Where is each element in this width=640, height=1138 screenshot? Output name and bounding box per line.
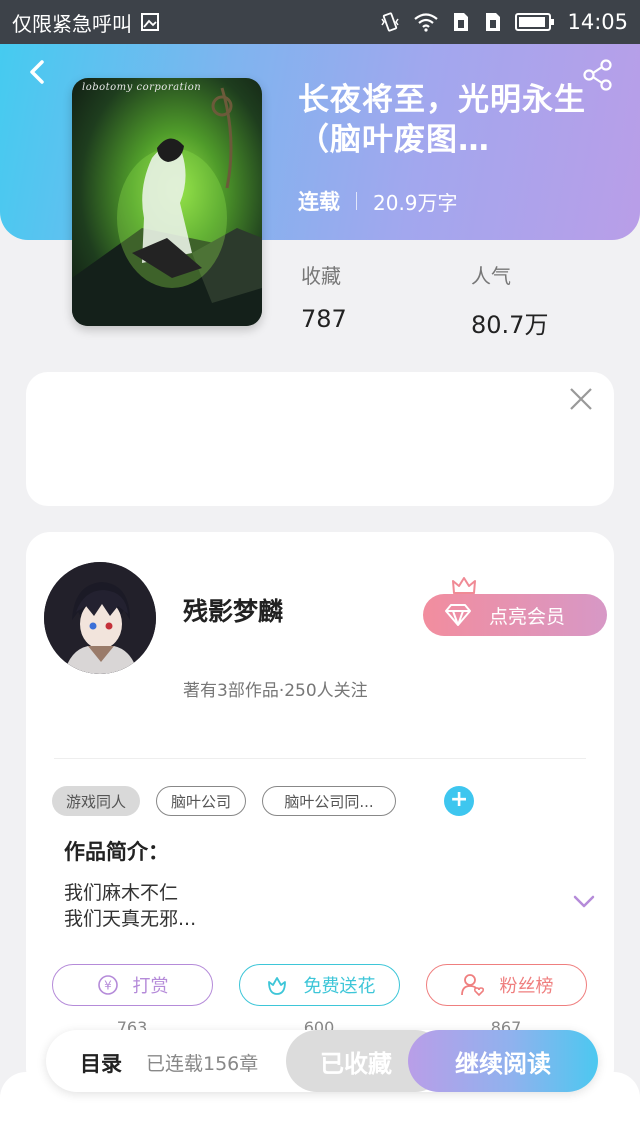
tag-item[interactable]: 游戏同人 xyxy=(52,786,141,816)
cover-art xyxy=(72,87,262,326)
clock: 14:05 xyxy=(567,10,628,34)
word-count: 20.9万字 xyxy=(373,190,458,215)
vip-button[interactable]: 点亮会员 xyxy=(423,594,607,636)
free-flower-label: 免费送花 xyxy=(303,976,376,997)
intro-title: 作品简介： xyxy=(64,840,169,864)
fan-user-icon xyxy=(460,974,484,997)
close-button[interactable] xyxy=(568,386,594,412)
free-flower-button[interactable]: 免费送花 xyxy=(239,964,400,1006)
vibrate-icon xyxy=(379,11,401,33)
fan-ranking-label: 粉丝榜 xyxy=(499,976,554,997)
carrier: 仅限紧急呼叫 xyxy=(12,8,160,37)
book-cover[interactable]: lobotomy corporation xyxy=(72,78,262,326)
author-info: 著有3部作品·250人关注 xyxy=(183,681,368,701)
wifi-icon xyxy=(413,12,439,32)
tag-item[interactable]: 脑叶公司 xyxy=(156,786,247,816)
meta-divider xyxy=(356,192,357,210)
tag-list: 游戏同人 脑叶公司 脑叶公司同... + xyxy=(52,786,475,816)
collected-label: 已收藏 xyxy=(320,1049,392,1078)
author-card: 残影梦麟 点亮会员 著有3部作品·250人关注 游戏同人 脑叶公司 脑叶公司同.… xyxy=(26,532,614,1092)
ad-card xyxy=(26,372,614,506)
intro-line: 我们麻木不仁 xyxy=(64,882,179,904)
plus-icon: + xyxy=(449,787,469,812)
crown-icon xyxy=(451,576,477,596)
avatar[interactable] xyxy=(44,562,156,674)
divider xyxy=(54,758,586,759)
continue-reading-button[interactable]: 继续阅读 xyxy=(408,1030,598,1092)
bottom-action-bar: 目录 已连载156章 已收藏 继续阅读 xyxy=(46,1030,598,1092)
chapter-count[interactable]: 已连载156章 xyxy=(146,1049,258,1076)
continue-label: 继续阅读 xyxy=(455,1049,551,1078)
intro-line: 我们天真无邪... xyxy=(64,908,197,930)
reward-button[interactable]: ¥ 打赏 xyxy=(52,964,213,1006)
serial-status: 连载 xyxy=(298,190,340,214)
favorites-label: 收藏 xyxy=(301,264,341,288)
tag-item[interactable]: 脑叶公司同... xyxy=(262,786,397,816)
expand-intro-button[interactable] xyxy=(572,894,596,910)
close-icon xyxy=(570,388,592,410)
reward-label: 打赏 xyxy=(132,976,169,997)
popularity-value: 80.7万 xyxy=(471,311,549,339)
book-meta: 连载 20.9万字 xyxy=(298,186,458,216)
carrier-text: 仅限紧急呼叫 xyxy=(12,11,132,36)
popularity-stat: 人气 80.7万 xyxy=(471,260,548,340)
add-tag-button[interactable]: + xyxy=(444,786,475,816)
sim-icon xyxy=(451,11,471,33)
author-name[interactable]: 残影梦麟 xyxy=(183,592,283,628)
avatar-art xyxy=(44,562,156,674)
cover-text: lobotomy corporation xyxy=(82,82,202,93)
sim-icon xyxy=(483,11,503,33)
toc-button[interactable]: 目录 xyxy=(80,1048,122,1078)
chevron-down-icon xyxy=(573,895,595,908)
status-bar: 仅限紧急呼叫 14:05 xyxy=(0,0,640,44)
favorites-value: 787 xyxy=(301,305,347,333)
svg-text:¥: ¥ xyxy=(104,979,112,993)
battery-icon xyxy=(515,12,555,32)
image-icon xyxy=(140,12,160,32)
popularity-label: 人气 xyxy=(471,264,511,288)
vip-label: 点亮会员 xyxy=(489,605,566,628)
back-button[interactable] xyxy=(22,56,54,88)
flower-icon xyxy=(267,977,286,995)
fan-ranking-button[interactable]: 粉丝榜 xyxy=(426,964,587,1006)
book-title: 长夜将至，光明永生（脑叶废图… xyxy=(298,82,586,158)
favorites-stat: 收藏 787 xyxy=(301,260,347,333)
coin-icon: ¥ xyxy=(97,975,118,995)
action-row: ¥ 打赏 免费送花 粉丝榜 xyxy=(52,964,592,1006)
intro-text: 我们麻木不仁 我们天真无邪... xyxy=(64,880,196,932)
chevron-left-icon xyxy=(30,60,44,84)
diamond-icon xyxy=(445,604,471,626)
